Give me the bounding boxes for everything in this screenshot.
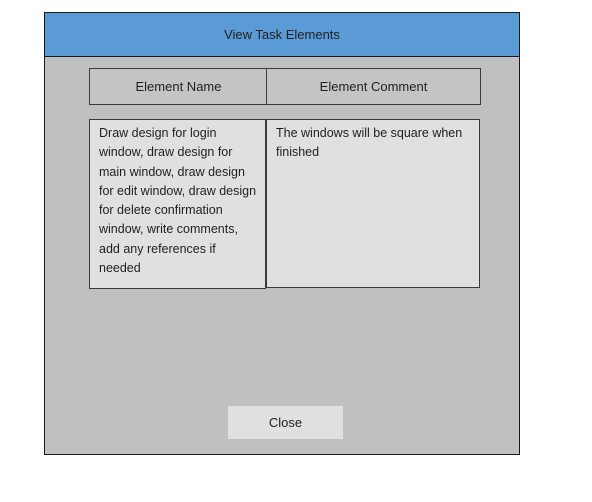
element-name-cell[interactable]: Draw design for login window, draw desig… bbox=[89, 119, 266, 289]
view-task-elements-window: View Task Elements Element Name Element … bbox=[44, 12, 520, 455]
close-button[interactable]: Close bbox=[228, 406, 343, 439]
column-header-element-comment: Element Comment bbox=[266, 68, 481, 105]
column-header-element-name: Element Name bbox=[89, 68, 268, 105]
window-title: View Task Elements bbox=[45, 13, 519, 57]
element-comment-cell[interactable]: The windows will be square when finished bbox=[266, 119, 480, 288]
